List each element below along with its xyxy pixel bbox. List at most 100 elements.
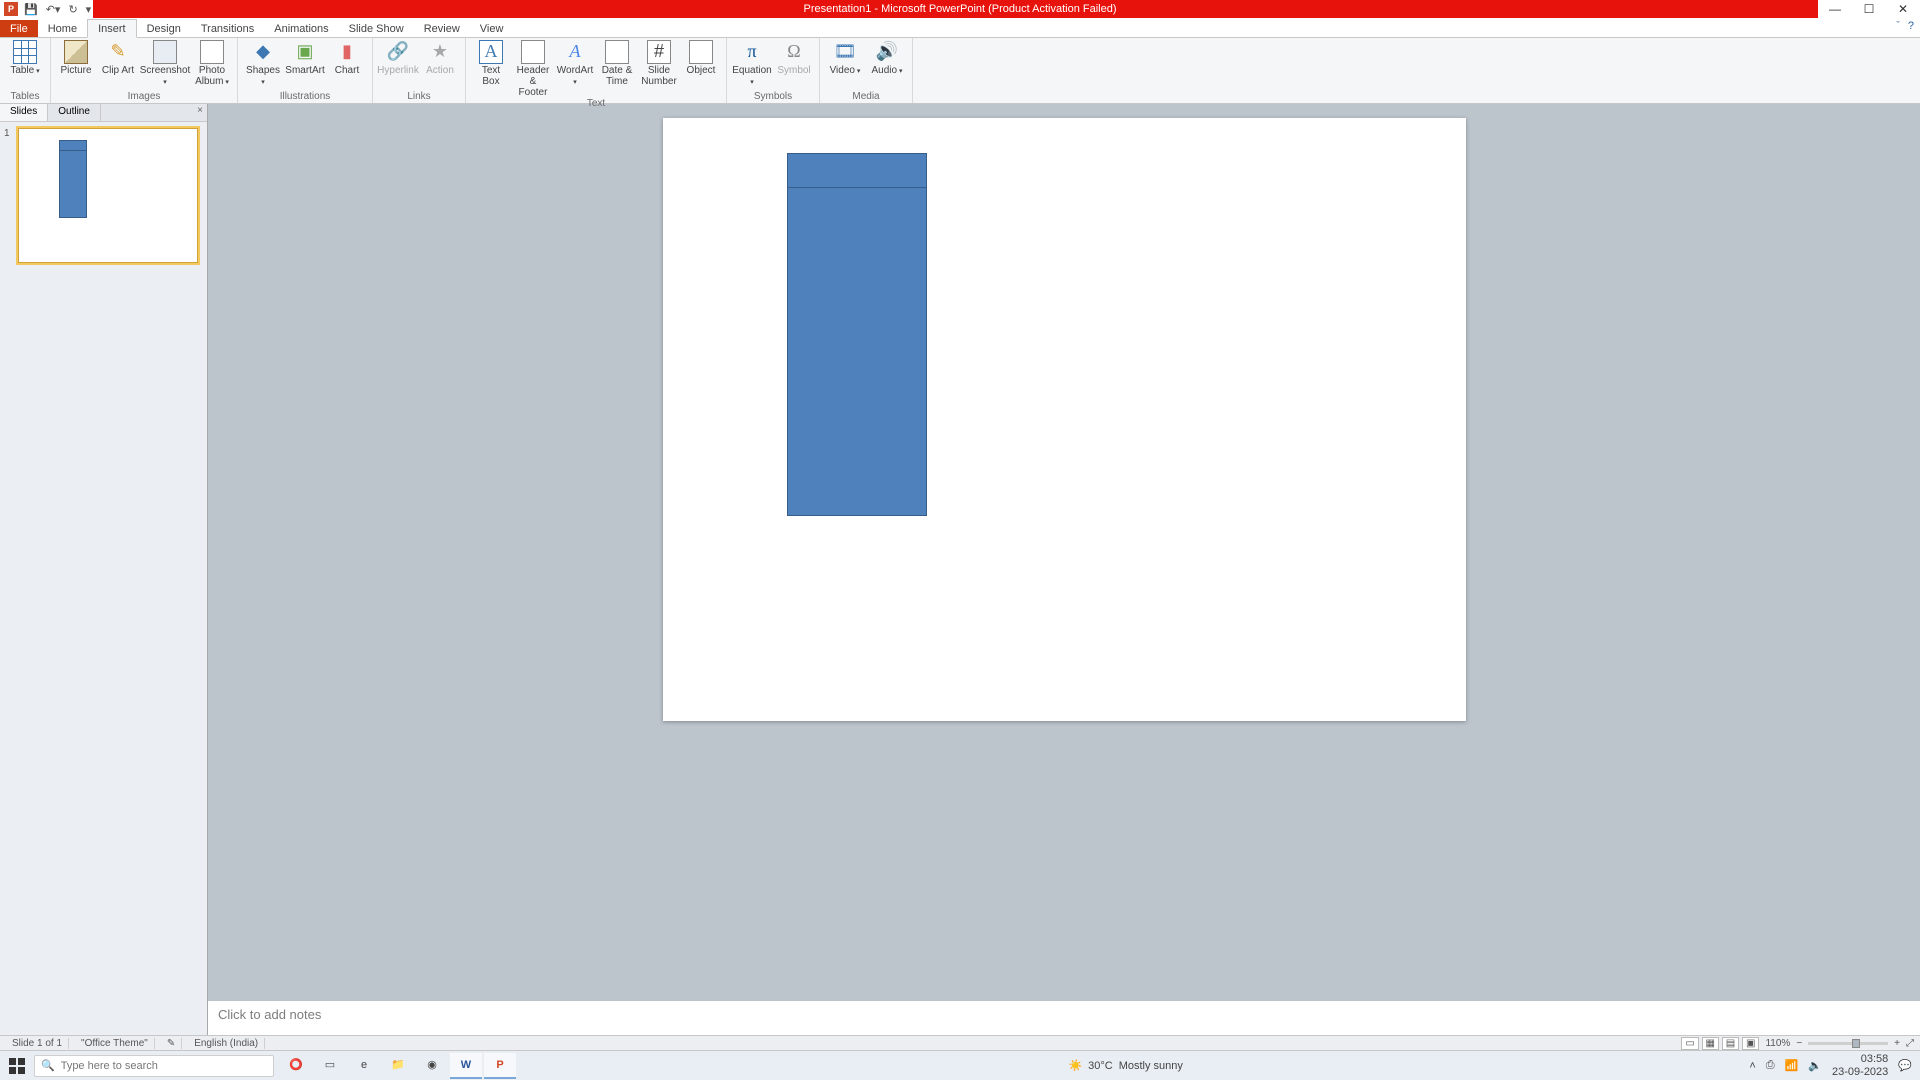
zoom-slider[interactable] [1808, 1042, 1888, 1045]
tray-onedrive-icon[interactable]: ⎙ [1766, 1059, 1775, 1072]
taskbar-apps: ⭕ ▭ e 📁 ◉ W P [280, 1053, 516, 1079]
taskview-icon[interactable]: ▭ [314, 1053, 346, 1079]
slidenumber-button[interactable]: #Slide Number [640, 40, 678, 87]
smartart-button[interactable]: ▣SmartArt [286, 40, 324, 76]
tray-wifi-icon[interactable]: 📶 [1785, 1059, 1799, 1072]
explorer-icon[interactable]: 📁 [382, 1053, 414, 1079]
thumbnail-item[interactable]: 1 [4, 128, 203, 263]
group-media: 🎞Video 🔊Audio Media [820, 38, 913, 103]
taskbar-weather[interactable]: ☀️ 30°C Mostly sunny [1068, 1059, 1196, 1072]
audio-button[interactable]: 🔊Audio [868, 40, 906, 76]
slide-canvas[interactable] [663, 118, 1466, 721]
undo-icon[interactable]: ↶▾ [44, 3, 63, 16]
rectangle-shape[interactable] [787, 153, 927, 516]
view-reading-icon[interactable]: ▤ [1722, 1037, 1739, 1050]
tab-design[interactable]: Design [137, 20, 191, 37]
thumbnail-preview[interactable] [18, 128, 198, 263]
group-symbols-label: Symbols [754, 91, 792, 103]
cortana-icon[interactable]: ⭕ [280, 1053, 312, 1079]
tray-chevron-icon[interactable]: ˄ [1749, 1060, 1755, 1072]
symbol-button[interactable]: ΩSymbol [775, 40, 813, 76]
tab-transitions[interactable]: Transitions [191, 20, 264, 37]
group-links-label: Links [407, 91, 430, 103]
shape-divider [788, 187, 926, 188]
tab-file[interactable]: File [0, 20, 38, 37]
equation-button[interactable]: πEquation [733, 40, 771, 87]
shapes-button[interactable]: ◆Shapes [244, 40, 282, 87]
search-placeholder: Type here to search [61, 1060, 158, 1072]
wordart-button[interactable]: AWordArt [556, 40, 594, 87]
smartart-label: SmartArt [285, 65, 324, 76]
picture-button[interactable]: Picture [57, 40, 95, 76]
textbox-button[interactable]: AText Box [472, 40, 510, 87]
ribbon-minimize-icon[interactable]: ˇ [1896, 20, 1900, 32]
screenshot-label: Screenshot [140, 65, 191, 87]
view-slideshow-icon[interactable]: ▣ [1742, 1037, 1759, 1050]
clock-date: 23-09-2023 [1832, 1066, 1888, 1078]
tab-slides-thumbs[interactable]: Slides [0, 104, 48, 121]
equation-icon: π [740, 40, 764, 64]
chart-button[interactable]: ▮Chart [328, 40, 366, 76]
photoalbum-button[interactable]: Photo Album [193, 40, 231, 87]
tab-insert[interactable]: Insert [87, 19, 137, 38]
minimize-button[interactable]: — [1818, 0, 1852, 18]
tab-outline[interactable]: Outline [48, 104, 101, 121]
taskbar-search[interactable]: 🔍 Type here to search [34, 1055, 274, 1077]
powerpoint-logo-icon: P [4, 2, 18, 16]
shapes-label: Shapes [244, 65, 282, 87]
wordart-label: WordArt [556, 65, 594, 87]
clipart-button[interactable]: ✎Clip Art [99, 40, 137, 76]
tab-slideshow[interactable]: Slide Show [339, 20, 414, 37]
object-icon [689, 40, 713, 64]
tab-animations[interactable]: Animations [264, 20, 338, 37]
thumbnail-shape [59, 140, 87, 218]
view-sorter-icon[interactable]: ▦ [1702, 1037, 1719, 1050]
chart-label: Chart [335, 65, 359, 76]
headerfooter-button[interactable]: Header & Footer [514, 40, 552, 98]
windows-icon [9, 1058, 25, 1074]
video-button[interactable]: 🎞Video [826, 40, 864, 76]
panel-close-icon[interactable]: × [197, 105, 203, 116]
weather-desc: Mostly sunny [1119, 1060, 1183, 1072]
qat-customize-icon[interactable]: ▾ [84, 3, 94, 16]
object-button[interactable]: Object [682, 40, 720, 76]
edge-icon[interactable]: e [348, 1053, 380, 1079]
view-normal-icon[interactable]: ▭ [1681, 1037, 1698, 1050]
notes-pane[interactable]: Click to add notes [208, 997, 1920, 1035]
close-button[interactable]: ✕ [1886, 0, 1920, 18]
status-spellcheck-icon[interactable]: ✎ [161, 1038, 182, 1049]
powerpoint-icon[interactable]: P [484, 1053, 516, 1079]
textbox-icon: A [479, 40, 503, 64]
tab-view[interactable]: View [470, 20, 514, 37]
start-button[interactable] [0, 1058, 34, 1074]
table-button[interactable]: Table [6, 40, 44, 76]
picture-label: Picture [60, 65, 91, 76]
redo-icon[interactable]: ↻ [66, 3, 79, 16]
tray-volume-icon[interactable]: 🔈 [1808, 1059, 1822, 1072]
chrome-icon[interactable]: ◉ [416, 1053, 448, 1079]
datetime-button[interactable]: Date & Time [598, 40, 636, 87]
quick-access-toolbar: P 💾 ↶▾ ↻ ▾ [0, 0, 93, 18]
tab-review[interactable]: Review [414, 20, 470, 37]
notifications-icon[interactable]: 💬 [1898, 1059, 1912, 1072]
clipart-label: Clip Art [102, 65, 134, 76]
word-icon[interactable]: W [450, 1053, 482, 1079]
action-button[interactable]: ★Action [421, 40, 459, 76]
tab-home[interactable]: Home [38, 20, 87, 37]
hyperlink-button[interactable]: 🔗Hyperlink [379, 40, 417, 76]
slide-canvas-wrap[interactable] [208, 104, 1920, 997]
zoom-in-icon[interactable]: + [1894, 1038, 1900, 1049]
window-title: Presentation1 - Microsoft PowerPoint (Pr… [0, 3, 1920, 15]
taskbar-clock[interactable]: 03:58 23-09-2023 [1832, 1053, 1888, 1077]
status-language[interactable]: English (India) [188, 1038, 265, 1049]
save-icon[interactable]: 💾 [22, 3, 40, 16]
fit-slide-icon[interactable]: ⤢ [1906, 1038, 1914, 1049]
maximize-button[interactable]: ☐ [1852, 0, 1886, 18]
zoom-out-icon[interactable]: − [1796, 1038, 1802, 1049]
group-media-label: Media [852, 91, 879, 103]
zoom-level[interactable]: 110% [1765, 1038, 1790, 1049]
screenshot-button[interactable]: Screenshot [141, 40, 189, 87]
help-icon[interactable]: ? [1908, 20, 1914, 32]
thumbnail-list: 1 [0, 122, 207, 1035]
shapes-icon: ◆ [251, 40, 275, 64]
